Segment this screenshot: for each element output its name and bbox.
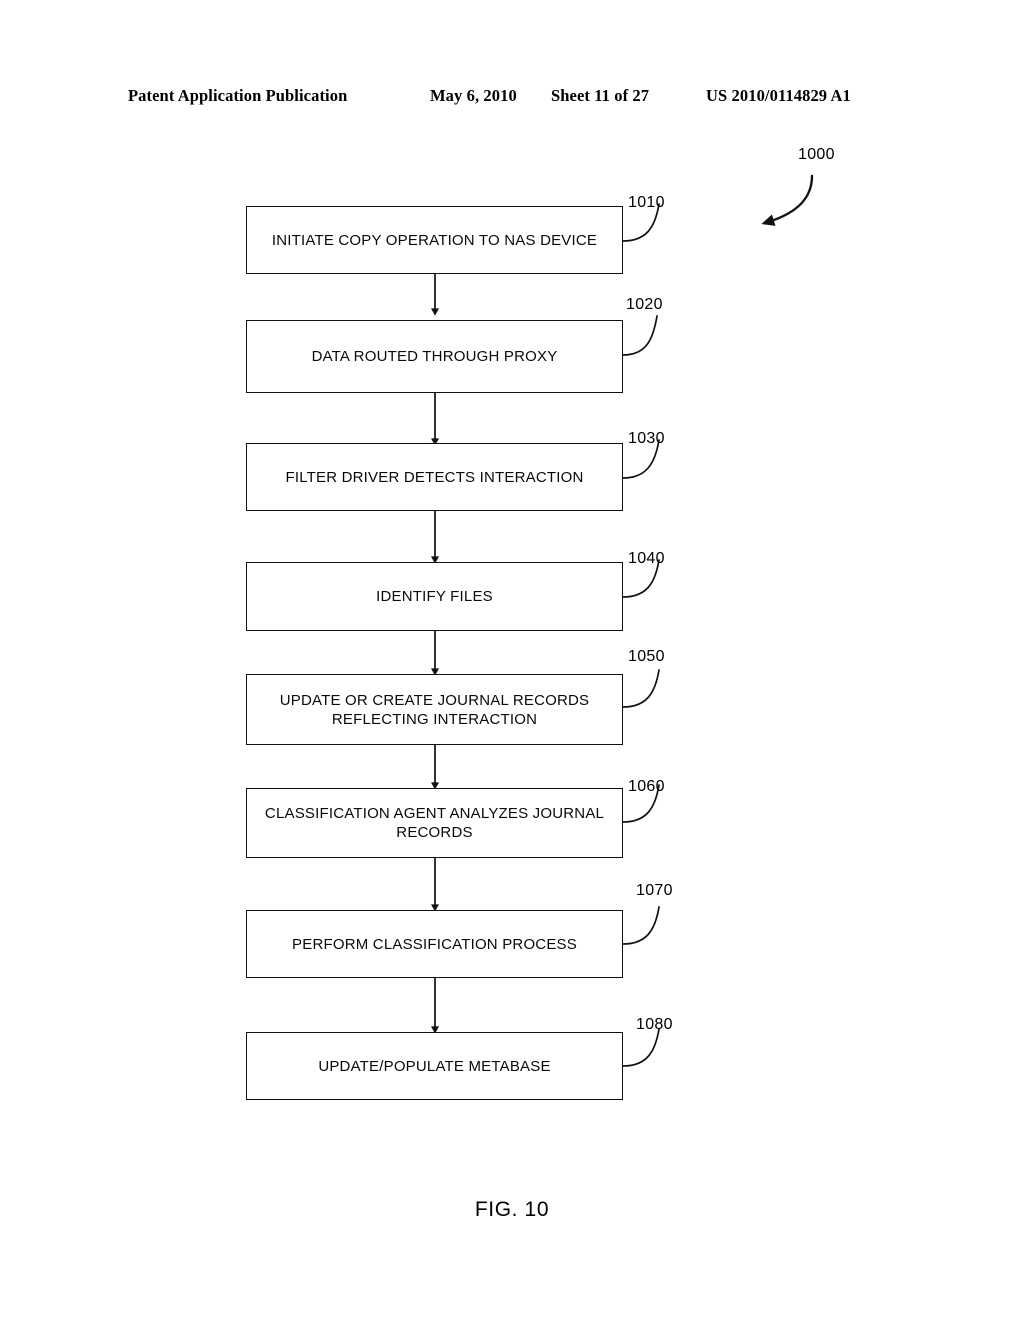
flow-step-1060-text-line2: RECORDS: [396, 824, 473, 841]
ref-label-1000: 1000: [798, 146, 835, 163]
header-publication-label: Patent Application Publication: [128, 86, 348, 105]
flow-step-1050-text-line2: REFLECTING INTERACTION: [331, 710, 538, 728]
flow-step-1070[interactable]: PERFORM CLASSIFICATION PROCESS: [246, 910, 623, 978]
flow-step-1080[interactable]: UPDATE/POPULATE METABASE: [246, 1032, 623, 1100]
leader-1000-arrow: [761, 174, 814, 226]
flow-step-1020-text: DATA ROUTED THROUGH PROXY: [311, 348, 558, 365]
flowchart-connectors: [431, 174, 814, 1067]
header-patent-number: US 2010/0114829 A1: [706, 86, 851, 105]
ref-label-1080: 1080: [636, 1016, 673, 1033]
flow-step-1050-text-line1: UPDATE OR CREATE JOURNAL RECORDS: [279, 691, 590, 709]
flow-step-1020[interactable]: DATA ROUTED THROUGH PROXY: [246, 320, 623, 393]
flow-step-1040[interactable]: IDENTIFY FILES: [246, 562, 623, 631]
flow-step-1010-text: INITIATE COPY OPERATION TO NAS DEVICE: [271, 231, 598, 249]
leader-1050: [622, 669, 660, 708]
header-date-label: May 6, 2010: [430, 86, 517, 105]
flow-step-1060-text-line1: CLASSIFICATION AGENT ANALYZES JOURNAL: [264, 805, 605, 822]
ref-label-1030: 1030: [628, 430, 665, 447]
ref-label-1040: 1040: [628, 550, 665, 567]
ref-label-1010: 1010: [628, 194, 665, 211]
header-sheet-label: Sheet 11 of 27: [551, 86, 650, 105]
flow-step-1040-text: IDENTIFY FILES: [376, 588, 493, 605]
patent-page-header: Patent Application Publication May 6, 20…: [0, 86, 1024, 112]
flow-step-1030[interactable]: FILTER DRIVER DETECTS INTERACTION: [246, 443, 623, 511]
ref-label-1060: 1060: [628, 778, 665, 795]
flow-step-1010[interactable]: INITIATE COPY OPERATION TO NAS DEVICE: [246, 206, 623, 274]
ref-label-1020: 1020: [626, 296, 663, 313]
flow-step-1030-text: FILTER DRIVER DETECTS INTERACTION: [285, 468, 584, 486]
leader-1070: [622, 906, 660, 945]
ref-label-1070: 1070: [636, 882, 673, 899]
leader-1080: [622, 1028, 660, 1067]
flow-step-1070-text: PERFORM CLASSIFICATION PROCESS: [292, 935, 577, 953]
figure-caption: FIG. 10: [474, 1198, 550, 1221]
flow-step-1080-text: UPDATE/POPULATE METABASE: [318, 1057, 551, 1075]
ref-label-1050: 1050: [628, 648, 665, 665]
flow-step-1060[interactable]: CLASSIFICATION AGENT ANALYZES JOURNAL RE…: [246, 788, 623, 858]
leader-1020: [622, 315, 658, 356]
flow-step-1050[interactable]: UPDATE OR CREATE JOURNAL RECORDS REFLECT…: [246, 674, 623, 745]
